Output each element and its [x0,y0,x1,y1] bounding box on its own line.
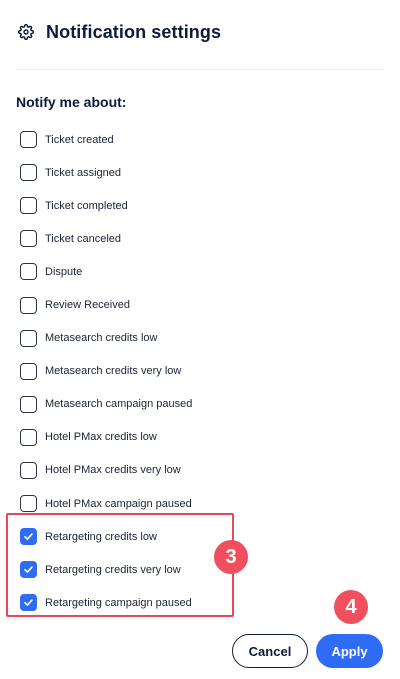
option-label: Ticket created [45,133,114,146]
option-label: Metasearch credits very low [45,365,182,378]
notification-option[interactable]: Ticket created [20,123,320,156]
checkbox[interactable] [20,230,37,248]
checkbox[interactable] [20,296,37,314]
page-title: Notification settings [46,21,222,42]
checkbox[interactable] [20,263,37,281]
notification-option[interactable]: Metasearch credits very low [20,355,320,388]
notification-option[interactable]: Ticket assigned [20,156,320,189]
option-label: Metasearch campaign paused [45,398,193,411]
notification-option[interactable]: Hotel PMax credits very low [20,454,320,487]
header-divider [16,69,384,70]
checkbox[interactable] [20,495,37,513]
option-label: Metasearch credits low [45,332,158,345]
checkbox[interactable] [20,131,37,149]
option-label: Ticket canceled [45,232,122,245]
notification-option[interactable]: Metasearch credits low [20,322,320,355]
option-label: Review Received [45,299,130,312]
checkbox[interactable] [20,197,37,215]
option-label: Dispute [45,265,83,278]
checkbox[interactable] [20,329,37,347]
option-label: Hotel PMax campaign paused [45,497,192,510]
checkbox[interactable] [20,395,37,413]
notification-option[interactable]: Review Received [20,288,320,321]
section-label: Notify me about: [16,94,127,110]
checkbox[interactable] [20,362,37,380]
gear-icon [18,23,36,41]
notification-option[interactable]: Ticket completed [20,189,320,222]
cancel-button[interactable]: Cancel [232,634,308,668]
notification-option[interactable]: Dispute [20,255,320,288]
option-label: Ticket assigned [45,166,122,179]
checkbox[interactable] [20,461,37,479]
highlight-box [6,513,234,617]
option-label: Ticket completed [45,199,128,212]
notification-option[interactable]: Metasearch campaign paused [20,388,320,421]
apply-button[interactable]: Apply [316,634,383,668]
checkbox[interactable] [20,164,37,182]
notification-option[interactable]: Ticket canceled [20,222,320,255]
option-label: Hotel PMax credits low [45,431,157,444]
step-3-badge: 3 [214,540,248,574]
step-4-badge: 4 [334,590,368,624]
option-label: Hotel PMax credits very low [45,464,181,477]
settings-header: Notification settings [16,20,221,44]
checkbox[interactable] [20,428,37,446]
notification-option[interactable]: Hotel PMax credits low [20,421,320,454]
